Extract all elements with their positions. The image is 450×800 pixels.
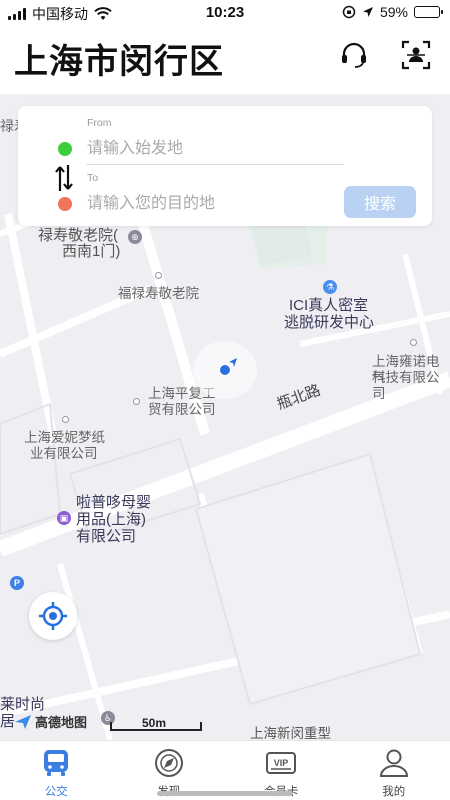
poi-dot xyxy=(410,339,417,346)
tab-bus[interactable]: 公交 xyxy=(0,741,113,800)
status-right: 59% xyxy=(342,4,443,20)
battery-percent: 59% xyxy=(379,4,408,20)
poi-label[interactable]: 上海爱妮梦纸 xyxy=(24,430,105,446)
poi-label[interactable]: 有限公司 xyxy=(76,528,136,545)
destination-dot-icon xyxy=(58,197,72,211)
poi-label[interactable]: 莱时尚 xyxy=(0,696,45,713)
poi-label[interactable]: 科技有限公司 xyxy=(372,370,450,402)
poi-label[interactable]: 啦普哆母婴 xyxy=(76,494,151,511)
home-indicator xyxy=(157,791,293,796)
poi-label[interactable]: 业有限公司 xyxy=(30,446,98,462)
map-logo-text: 高德地图 xyxy=(35,715,88,730)
to-caption: To xyxy=(87,172,99,184)
tab-profile[interactable]: 我的 xyxy=(338,741,450,800)
user-icon xyxy=(379,749,408,777)
location-arrow-icon xyxy=(362,7,373,17)
svg-text:VIP: VIP xyxy=(274,758,289,768)
header: 上海市闵行区 xyxy=(0,26,450,94)
route-search-card: From To 搜索 xyxy=(18,106,432,226)
amap-logo-icon xyxy=(15,714,31,729)
vip-card-icon: VIP xyxy=(266,752,297,774)
poi-label[interactable]: 上海新闵重型 xyxy=(250,726,331,740)
headset-icon[interactable] xyxy=(339,40,369,70)
poi-label[interactable]: ICI真人密室 xyxy=(289,297,368,314)
start-dot-icon xyxy=(58,142,72,156)
poi-dot xyxy=(62,416,69,423)
poi-label[interactable]: 贸有限公司 xyxy=(148,402,216,418)
swap-icon[interactable] xyxy=(54,163,74,193)
poi-label[interactable]: 福禄寿敬老院 xyxy=(118,286,199,302)
poi-label[interactable]: 居 xyxy=(0,713,15,730)
poi-dot xyxy=(155,272,162,279)
field-divider xyxy=(86,164,344,165)
destination-input[interactable] xyxy=(87,192,337,216)
map-logo: 高德地图 xyxy=(14,712,87,731)
from-caption: From xyxy=(87,117,112,129)
map-scale-label: 50m xyxy=(142,716,167,730)
battery-icon xyxy=(414,6,443,18)
bus-icon xyxy=(44,750,69,776)
compass-icon xyxy=(154,749,183,777)
tab-label: 公交 xyxy=(44,786,68,798)
poi-label[interactable]: 逃脱研发中心 xyxy=(284,314,374,331)
parking-icon: P xyxy=(10,576,24,590)
shopping-cart-icon: ▣ xyxy=(57,511,71,525)
poi-dot xyxy=(133,398,140,405)
flask-icon: ⚗ xyxy=(323,280,337,294)
face-scan-icon[interactable] xyxy=(401,40,431,70)
crosshair-icon xyxy=(39,602,67,630)
origin-input[interactable] xyxy=(87,137,343,161)
elder-home-icon: ⊕ xyxy=(128,230,142,244)
tab-label: 我的 xyxy=(382,786,406,798)
poi-label[interactable]: 禄寿敬老院( xyxy=(38,228,118,244)
locate-button[interactable] xyxy=(29,592,77,640)
poi-label[interactable]: 西南1门) xyxy=(62,244,120,260)
search-button[interactable]: 搜索 xyxy=(344,186,416,218)
poi-label[interactable]: 用品(上海) xyxy=(76,511,146,528)
heading-arrow-icon xyxy=(229,358,237,367)
orientation-lock-icon xyxy=(342,5,356,19)
page-title: 上海市闵行区 xyxy=(14,43,224,81)
status-bar: 中国移动 10:23 59% xyxy=(0,0,450,26)
